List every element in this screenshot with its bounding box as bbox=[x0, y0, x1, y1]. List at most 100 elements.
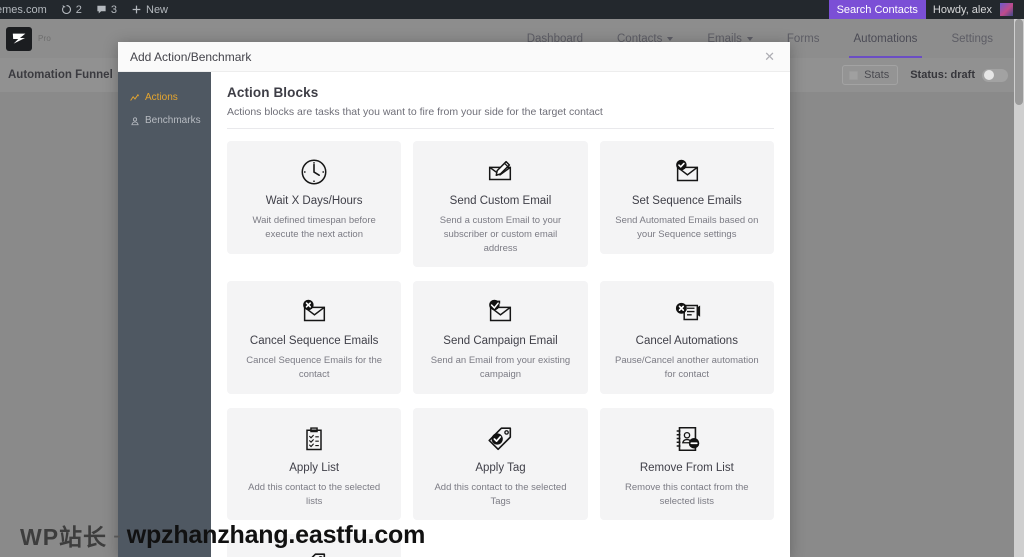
card-title: Cancel Sequence Emails bbox=[249, 335, 379, 348]
nav-label: Forms bbox=[786, 32, 820, 45]
status-toggle-switch[interactable] bbox=[982, 68, 1008, 82]
card-description: Send an Email from your existing campaig… bbox=[430, 355, 571, 381]
card-icon-wrap bbox=[423, 155, 577, 189]
action-block-card[interactable]: Apply List Add this contact to the selec… bbox=[227, 407, 402, 521]
action-block-card[interactable]: Send Custom Email Send a custom Email to… bbox=[413, 141, 588, 268]
sidebar-item-actions[interactable]: Actions bbox=[118, 86, 211, 109]
nav-label: Settings bbox=[951, 32, 993, 45]
card-description: Wait defined timespan before execute the… bbox=[252, 215, 376, 240]
page-subtitle: Actions blocks are tasks that you want t… bbox=[227, 106, 603, 118]
actions-icon bbox=[130, 93, 139, 101]
page-scrollbar[interactable] bbox=[1014, 19, 1024, 557]
card-icon-wrap bbox=[610, 295, 764, 329]
action-block-card[interactable]: Send Campaign Email Send an Email from y… bbox=[413, 281, 588, 394]
wp-admin-bar: emes.com 2 3 New Search Contacts Howdy, … bbox=[0, 0, 1024, 19]
sidebar-item-label: Actions bbox=[145, 92, 178, 103]
admin-bar-new[interactable]: New bbox=[124, 0, 175, 19]
action-block-card[interactable]: Cancel Sequence Emails Cancel Sequence E… bbox=[227, 281, 402, 394]
admin-bar-site-name[interactable]: emes.com bbox=[0, 0, 54, 19]
modal-sidebar: Actions Benchmarks bbox=[118, 72, 211, 557]
card-description: Add this contact to the selected lists bbox=[248, 481, 381, 507]
sidebar-item-benchmarks[interactable]: Benchmarks bbox=[118, 109, 211, 132]
envelope-cancel-icon bbox=[303, 300, 326, 322]
status-label: Status: draft bbox=[910, 69, 975, 81]
funnel-tools: Stats Status: draft bbox=[842, 65, 1008, 85]
scrollbar-thumb[interactable] bbox=[1015, 19, 1023, 105]
action-blocks-grid: Wait X Days/Hours Wait defined timespan … bbox=[227, 141, 774, 557]
action-block-card[interactable]: Cancel Automations Pause/Cancel another … bbox=[599, 281, 774, 394]
close-icon[interactable]: ✕ bbox=[761, 48, 778, 65]
card-title: Send Campaign Email bbox=[443, 335, 558, 348]
site-name-label: emes.com bbox=[0, 3, 47, 16]
card-title: Remove From List bbox=[639, 461, 734, 474]
breadcrumb-main[interactable]: Automation Funnel bbox=[8, 69, 113, 81]
tag-icon bbox=[312, 553, 326, 557]
envelope-pencil-icon bbox=[489, 160, 512, 181]
card-icon-wrap bbox=[237, 548, 391, 557]
pro-badge: Pro bbox=[38, 34, 52, 43]
admin-bar-comments[interactable]: 3 bbox=[89, 0, 124, 19]
stats-button[interactable]: Stats bbox=[842, 65, 899, 85]
admin-bar-updates[interactable]: 2 bbox=[54, 0, 89, 19]
card-title: Send Custom Email bbox=[449, 195, 552, 207]
stats-label: Stats bbox=[864, 69, 890, 81]
logo-mark-icon bbox=[12, 33, 25, 44]
comments-count: 3 bbox=[110, 3, 117, 16]
card-title: Set Sequence Emails bbox=[631, 195, 742, 207]
card-title: Apply List bbox=[289, 461, 340, 474]
updates-count: 2 bbox=[75, 3, 82, 16]
comment-icon bbox=[97, 5, 106, 14]
nav-label: Automations bbox=[853, 32, 918, 45]
admin-bar-search-contacts-button[interactable]: Search Contacts bbox=[828, 0, 926, 19]
card-icon-wrap bbox=[237, 155, 391, 189]
status-control: Status: draft bbox=[910, 68, 1008, 82]
add-action-benchmark-modal: Add Action/Benchmark ✕ Actions Benchmark… bbox=[118, 42, 790, 557]
fluentcrm-logo-icon[interactable] bbox=[6, 26, 32, 51]
search-contacts-label: Search Contacts bbox=[836, 3, 918, 16]
admin-bar-account[interactable]: Howdy, alex bbox=[926, 0, 1024, 19]
clock-icon bbox=[301, 159, 327, 185]
modal-title: Add Action/Benchmark bbox=[130, 49, 252, 64]
chevron-down-icon bbox=[667, 36, 674, 41]
clipboard-check-icon bbox=[306, 427, 322, 451]
card-description: Send a custom Email to your subscriber o… bbox=[439, 215, 562, 254]
envelope-check-icon bbox=[675, 159, 698, 182]
card-icon-wrap bbox=[423, 422, 577, 456]
tag-check-icon bbox=[488, 427, 512, 450]
chart-icon bbox=[849, 70, 859, 80]
card-icon-wrap bbox=[423, 295, 577, 329]
card-description: Add this contact to the selected Tags bbox=[434, 481, 567, 507]
card-title: Wait X Days/Hours bbox=[265, 195, 363, 207]
action-block-card[interactable]: Set Sequence Emails Send Automated Email… bbox=[599, 141, 774, 254]
updates-icon bbox=[61, 4, 71, 15]
nav-item-automations[interactable]: Automations bbox=[837, 19, 935, 58]
card-description: Send Automated Emails based on your Sequ… bbox=[615, 215, 759, 240]
action-block-card[interactable]: Remove From List Remove this contact fro… bbox=[599, 407, 774, 521]
modal-body: Actions Benchmarks Action Blocks Actions… bbox=[118, 72, 790, 557]
benchmarks-icon bbox=[131, 116, 139, 125]
card-description: Pause/Cancel another automation for cont… bbox=[614, 355, 759, 381]
card-icon-wrap bbox=[237, 295, 391, 329]
avatar-icon bbox=[1000, 3, 1013, 16]
page-title: Action Blocks bbox=[227, 85, 319, 100]
card-description: Cancel Sequence Emails for the contact bbox=[246, 355, 383, 381]
chevron-down-icon bbox=[746, 36, 753, 41]
howdy-label: Howdy, alex bbox=[932, 3, 992, 16]
action-block-card[interactable] bbox=[227, 534, 402, 557]
card-title: Apply Tag bbox=[475, 461, 526, 474]
envelope-send-icon bbox=[489, 300, 512, 322]
card-description: Remove this contact from the selected li… bbox=[625, 481, 749, 507]
card-icon-wrap bbox=[610, 155, 764, 189]
card-title: Cancel Automations bbox=[635, 335, 738, 348]
plus-icon bbox=[132, 5, 141, 14]
divider bbox=[227, 128, 774, 129]
card-icon-wrap bbox=[610, 422, 764, 456]
action-block-card[interactable]: Apply Tag Add this contact to the select… bbox=[413, 407, 588, 521]
nav-item-settings[interactable]: Settings bbox=[934, 19, 1010, 58]
toggle-knob bbox=[983, 70, 994, 80]
modal-header: Add Action/Benchmark ✕ bbox=[118, 42, 790, 72]
action-block-card[interactable]: Wait X Days/Hours Wait defined timespan … bbox=[227, 141, 402, 254]
card-icon-wrap bbox=[237, 422, 391, 456]
list-remove-icon bbox=[676, 426, 700, 451]
automation-cancel-icon bbox=[675, 303, 700, 321]
